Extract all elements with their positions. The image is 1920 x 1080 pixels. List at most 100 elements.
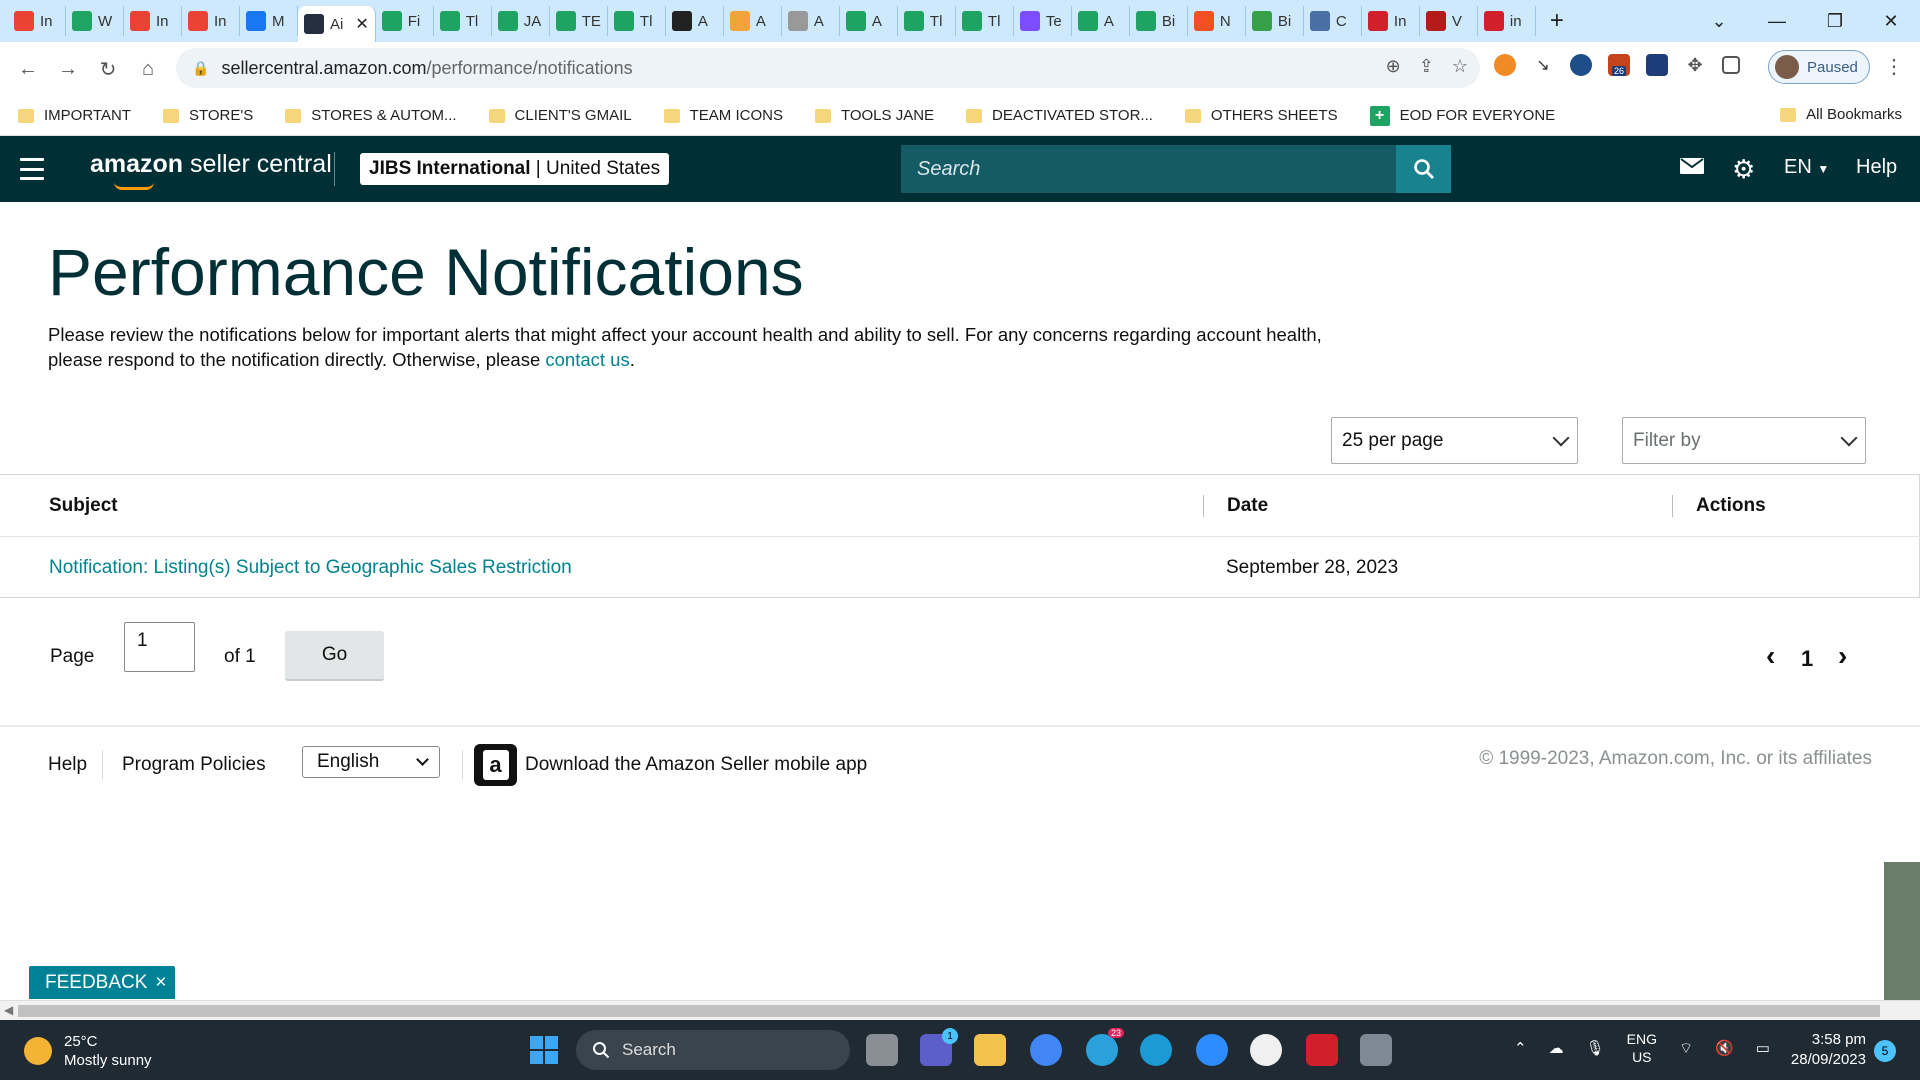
- filter-select[interactable]: Filter by: [1622, 417, 1866, 464]
- telegram-icon[interactable]: 23: [1086, 1028, 1124, 1066]
- calculator-icon[interactable]: [1360, 1034, 1392, 1066]
- home-button[interactable]: ⌂: [128, 49, 168, 89]
- minimize-button[interactable]: —: [1748, 0, 1806, 42]
- taskbar-search[interactable]: Search: [576, 1030, 850, 1070]
- per-page-select[interactable]: 25 per page: [1331, 417, 1578, 464]
- browser-tab[interactable]: In: [124, 6, 182, 36]
- browser-tab[interactable]: Bi: [1130, 6, 1188, 36]
- restore-button[interactable]: ❐: [1806, 0, 1864, 42]
- seller-central-logo[interactable]: amazon seller central: [90, 150, 332, 190]
- browser-tab[interactable]: A: [840, 6, 898, 36]
- current-page-number[interactable]: 1: [1801, 646, 1813, 672]
- bookmark-item[interactable]: OTHERS SHEETS: [1167, 107, 1352, 124]
- bookmark-item[interactable]: CLIENT'S GMAIL: [471, 107, 646, 124]
- browser-tab[interactable]: Tl: [956, 6, 1014, 36]
- browser-tab[interactable]: TE: [550, 6, 608, 36]
- bookmark-item[interactable]: STORES & AUTOM...: [267, 107, 470, 124]
- bookmark-item[interactable]: TEAM ICONS: [646, 107, 797, 124]
- share-icon[interactable]: ⇪: [1419, 56, 1434, 77]
- new-tab-button[interactable]: +: [1536, 7, 1578, 35]
- wifi-icon[interactable]: ⌔: [1679, 1039, 1693, 1058]
- browser-tab[interactable]: In: [1362, 6, 1420, 36]
- browser-tab[interactable]: Fi: [376, 6, 434, 36]
- account-switcher[interactable]: JIBS International | United States: [360, 153, 670, 185]
- browser-tab[interactable]: Tl: [608, 6, 666, 36]
- page-number-input[interactable]: 1: [124, 622, 195, 672]
- battery-icon[interactable]: ▭: [1756, 1039, 1770, 1057]
- browser-tab[interactable]: In: [8, 6, 66, 36]
- teams-icon[interactable]: 1: [920, 1028, 958, 1066]
- search-button[interactable]: [1396, 145, 1451, 193]
- footer-help-link[interactable]: Help: [48, 754, 87, 776]
- notification-badge[interactable]: 5: [1874, 1040, 1896, 1062]
- browser-tab[interactable]: A: [782, 6, 840, 36]
- reload-button[interactable]: ↻: [88, 49, 128, 89]
- browser-tab[interactable]: Bi: [1246, 6, 1304, 36]
- back-button[interactable]: ←: [8, 49, 48, 89]
- browser-tab[interactable]: Ai ✕: [298, 6, 376, 42]
- settings-gear-icon[interactable]: ⚙: [1732, 154, 1755, 185]
- puzzle-icon[interactable]: ✥: [1684, 54, 1706, 76]
- close-window-button[interactable]: ✕: [1862, 0, 1920, 42]
- microphone-icon[interactable]: 🎙: [1586, 1039, 1605, 1057]
- address-bar[interactable]: 🔒 sellercentral.amazon.com/performance/n…: [176, 48, 1480, 88]
- clock[interactable]: 3:58 pm 28/09/2023: [1786, 1030, 1866, 1070]
- browser-tab[interactable]: N: [1188, 6, 1246, 36]
- task-view-icon[interactable]: [866, 1034, 898, 1066]
- scroll-left-icon[interactable]: ◀: [4, 1003, 13, 1017]
- windows-start-icon[interactable]: [530, 1036, 558, 1064]
- zoom-icon[interactable]: ⊕: [1386, 56, 1401, 77]
- browser-tab[interactable]: M: [240, 6, 298, 36]
- bookmark-item[interactable]: DEACTIVATED STOR...: [948, 107, 1167, 124]
- more-menu-icon[interactable]: ⋮: [1884, 54, 1904, 79]
- contact-us-link[interactable]: contact us: [545, 349, 629, 370]
- onedrive-icon[interactable]: ☁: [1549, 1039, 1564, 1057]
- program-policies-link[interactable]: Program Policies: [122, 754, 266, 776]
- download-app-link[interactable]: Download the Amazon Seller mobile app: [525, 754, 867, 776]
- seller-search-input[interactable]: Search: [901, 145, 1396, 193]
- all-bookmarks-button[interactable]: All Bookmarks: [1780, 106, 1902, 123]
- close-tab-icon[interactable]: ✕: [355, 14, 368, 34]
- browser-tab[interactable]: In: [182, 6, 240, 36]
- horizontal-scrollbar[interactable]: ◀: [0, 1000, 1920, 1020]
- close-icon[interactable]: ×: [155, 972, 166, 994]
- browser-tab[interactable]: Te: [1014, 6, 1072, 36]
- profile-button[interactable]: Paused: [1768, 50, 1870, 84]
- bookmark-item[interactable]: STORE'S: [145, 107, 267, 124]
- extension-chart-icon[interactable]: [1646, 54, 1668, 76]
- browser-tab[interactable]: Tl: [434, 6, 492, 36]
- browser-tab[interactable]: V: [1420, 6, 1478, 36]
- zoom-icon[interactable]: [1196, 1034, 1228, 1066]
- tab-search-icon[interactable]: ⌄: [1690, 0, 1748, 42]
- file-explorer-icon[interactable]: [974, 1034, 1006, 1066]
- browser-tab[interactable]: A: [1072, 6, 1130, 36]
- browser-tab[interactable]: C: [1304, 6, 1362, 36]
- header-help-link[interactable]: Help: [1856, 156, 1897, 179]
- browser-tab[interactable]: JA: [492, 6, 550, 36]
- next-page-icon[interactable]: ›: [1838, 640, 1847, 672]
- browser-tab[interactable]: Tl: [898, 6, 956, 36]
- browser-tab[interactable]: W: [66, 6, 124, 36]
- go-button[interactable]: Go: [285, 631, 384, 681]
- language-switcher[interactable]: EN ▼: [1784, 156, 1829, 179]
- hamburger-menu-icon[interactable]: [20, 158, 44, 180]
- previous-page-icon[interactable]: ‹: [1766, 640, 1775, 672]
- speaker-muted-icon[interactable]: 🔇: [1715, 1039, 1734, 1057]
- amazon-app-icon[interactable]: a: [474, 744, 517, 786]
- input-language[interactable]: ENG US: [1627, 1030, 1657, 1066]
- language-select[interactable]: English: [302, 746, 440, 778]
- bookmark-item[interactable]: IMPORTANT: [0, 107, 145, 124]
- edge-icon[interactable]: [1140, 1034, 1172, 1066]
- bookmark-star-icon[interactable]: ☆: [1452, 56, 1468, 77]
- feedback-button[interactable]: FEEDBACK ×: [29, 966, 175, 999]
- side-panel-icon[interactable]: [1722, 56, 1740, 74]
- notification-subject-link[interactable]: Notification: Listing(s) Subject to Geog…: [49, 557, 572, 578]
- chrome-icon[interactable]: [1030, 1034, 1062, 1066]
- extension-cursor-icon[interactable]: ↘: [1532, 54, 1554, 76]
- bookmark-item[interactable]: + EOD FOR EVERYONE: [1352, 105, 1570, 126]
- bookmark-item[interactable]: TOOLS JANE: [797, 107, 948, 124]
- chevron-up-icon[interactable]: ⌃: [1514, 1039, 1527, 1057]
- weather-widget[interactable]: 25°C Mostly sunny: [24, 1032, 152, 1070]
- extension-badge-icon[interactable]: 26: [1608, 54, 1630, 76]
- browser-tab[interactable]: A: [724, 6, 782, 36]
